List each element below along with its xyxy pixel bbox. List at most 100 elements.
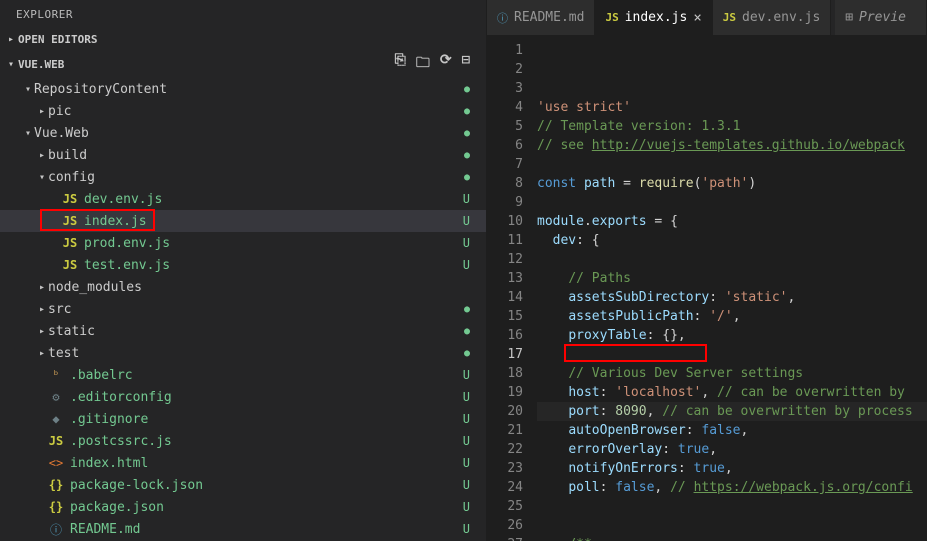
folder-item[interactable]: ▸build●: [0, 144, 486, 166]
git-modified-dot: ●: [464, 128, 470, 139]
code-line[interactable]: host: 'localhost', // can be overwritten…: [537, 383, 927, 402]
item-label: index.js: [84, 214, 463, 229]
file-type-icon: ◆: [48, 412, 64, 426]
code-line[interactable]: [537, 193, 927, 212]
file-item[interactable]: JSindex.jsU: [0, 210, 486, 232]
editor-tab[interactable]: JSdev.env.js: [713, 0, 832, 35]
folder-item[interactable]: ▾Vue.Web●: [0, 122, 486, 144]
line-number: 26: [487, 516, 523, 535]
editor-area: ⓘREADME.mdJSindex.js×JSdev.env.js⊞ Previ…: [487, 0, 927, 541]
code-line[interactable]: autoOpenBrowser: false,: [537, 421, 927, 440]
line-number: 27: [487, 535, 523, 541]
code-content[interactable]: 'use strict'// Template version: 1.3.1//…: [537, 35, 927, 541]
code-line[interactable]: const path = require('path'): [537, 174, 927, 193]
chevron-right-icon: ▸: [36, 326, 48, 337]
item-label: test.env.js: [84, 258, 463, 273]
folder-item[interactable]: ▸pic●: [0, 100, 486, 122]
file-item[interactable]: ⓘREADME.mdU: [0, 518, 486, 540]
item-label: .babelrc: [70, 368, 463, 383]
code-line[interactable]: // see http://vuejs-templates.github.io/…: [537, 136, 927, 155]
folder-item[interactable]: ▾config●: [0, 166, 486, 188]
git-untracked-badge: U: [463, 478, 470, 492]
code-line[interactable]: // Template version: 1.3.1: [537, 117, 927, 136]
close-icon[interactable]: ×: [693, 10, 701, 26]
refresh-icon[interactable]: ⟳: [440, 52, 452, 76]
file-item[interactable]: ᵇ.babelrcU: [0, 364, 486, 386]
item-label: test: [48, 346, 464, 361]
file-item[interactable]: JS.postcssrc.jsU: [0, 430, 486, 452]
git-modified-dot: ●: [464, 84, 470, 95]
file-type-icon: ᵇ: [48, 368, 64, 382]
tab-label: README.md: [514, 10, 584, 25]
file-type-icon: ⚙: [48, 390, 64, 404]
folder-item[interactable]: ▸static●: [0, 320, 486, 342]
code-line[interactable]: dev: {: [537, 231, 927, 250]
tab-label: dev.env.js: [742, 10, 820, 25]
chevron-right-icon: ▸: [36, 282, 48, 293]
folder-item[interactable]: ▸src●: [0, 298, 486, 320]
folder-item[interactable]: ▾RepositoryContent●: [0, 78, 486, 100]
file-type-icon: ⓘ: [48, 521, 64, 538]
file-item[interactable]: JSprod.env.jsU: [0, 232, 486, 254]
chevron-right-icon: ▸: [8, 34, 14, 45]
code-line[interactable]: notifyOnErrors: true,: [537, 459, 927, 478]
code-line[interactable]: proxyTable: {},: [537, 326, 927, 345]
new-file-icon[interactable]: ⎘: [395, 52, 406, 76]
line-number: 23: [487, 459, 523, 478]
code-line[interactable]: [537, 345, 927, 364]
preview-icon: ⊞: [845, 10, 853, 25]
file-item[interactable]: {}package-lock.jsonU: [0, 474, 486, 496]
item-label: .gitignore: [70, 412, 463, 427]
item-label: static: [48, 324, 464, 339]
code-line[interactable]: port: 8090, // can be overwritten by pro…: [537, 402, 927, 421]
file-type-icon: JS: [605, 11, 618, 24]
code-line[interactable]: errorOverlay: true,: [537, 440, 927, 459]
editor-tab[interactable]: JSindex.js×: [595, 0, 712, 35]
folder-item[interactable]: ▸node_modules: [0, 276, 486, 298]
open-editors-label: OPEN EDITORS: [18, 33, 97, 46]
code-line[interactable]: [537, 155, 927, 174]
editor-tab[interactable]: ⓘREADME.md: [487, 0, 595, 35]
file-item[interactable]: <>index.htmlU: [0, 452, 486, 474]
git-modified-dot: ●: [464, 304, 470, 315]
preview-tab[interactable]: ⊞ Previe: [835, 0, 927, 35]
open-editors-section[interactable]: ▸ OPEN EDITORS: [0, 29, 486, 50]
line-number: 17: [487, 345, 523, 364]
code-line[interactable]: module.exports = {: [537, 212, 927, 231]
code-line[interactable]: poll: false, // https://webpack.js.org/c…: [537, 478, 927, 497]
chevron-right-icon: ▸: [36, 106, 48, 117]
file-item[interactable]: JSdev.env.jsU: [0, 188, 486, 210]
new-folder-icon[interactable]: 🗀: [416, 52, 430, 76]
code-line[interactable]: // Various Dev Server settings: [537, 364, 927, 383]
folder-item[interactable]: ▸test●: [0, 342, 486, 364]
file-item[interactable]: {}package.jsonU: [0, 496, 486, 518]
file-item[interactable]: ◆.gitignoreU: [0, 408, 486, 430]
item-label: build: [48, 148, 464, 163]
git-modified-dot: ●: [464, 326, 470, 337]
file-item[interactable]: ⚙.editorconfigU: [0, 386, 486, 408]
file-item[interactable]: JStest.env.jsU: [0, 254, 486, 276]
code-line[interactable]: assetsPublicPath: '/',: [537, 307, 927, 326]
file-type-icon: JS: [62, 236, 78, 250]
code-line[interactable]: [537, 250, 927, 269]
line-number: 14: [487, 288, 523, 307]
item-label: node_modules: [48, 280, 480, 295]
code-line[interactable]: assetsSubDirectory: 'static',: [537, 288, 927, 307]
code-line[interactable]: [537, 516, 927, 535]
root-folder-label: VUE.WEB: [18, 58, 64, 71]
git-untracked-badge: U: [463, 456, 470, 470]
line-number: 25: [487, 497, 523, 516]
line-number: 7: [487, 155, 523, 174]
git-modified-dot: ●: [464, 348, 470, 359]
line-number: 13: [487, 269, 523, 288]
code-line[interactable]: 'use strict': [537, 98, 927, 117]
item-label: package.json: [70, 500, 463, 515]
root-folder-header[interactable]: ▾ VUE.WEB ⎘ 🗀 ⟳ ⊟: [0, 50, 486, 78]
line-number: 20: [487, 402, 523, 421]
code-line[interactable]: // Paths: [537, 269, 927, 288]
chevron-down-icon: ▾: [36, 172, 48, 183]
code-line[interactable]: /**: [537, 535, 927, 541]
file-type-icon: {}: [48, 500, 64, 514]
collapse-all-icon[interactable]: ⊟: [462, 52, 470, 76]
code-line[interactable]: [537, 497, 927, 516]
